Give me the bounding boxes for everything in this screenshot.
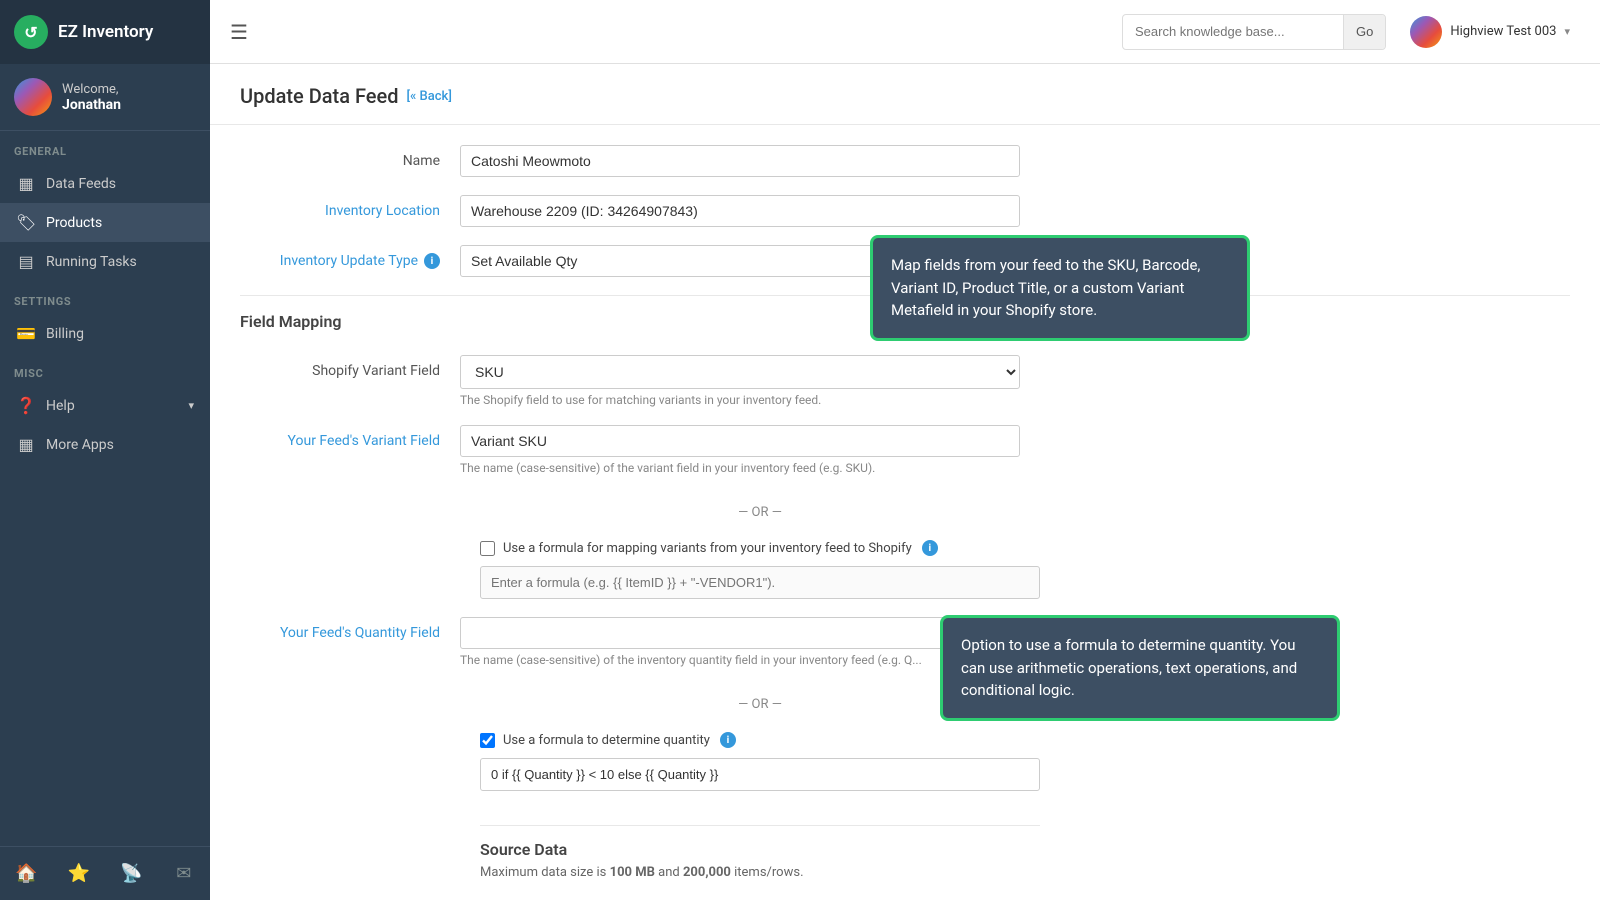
name-label: Name <box>240 145 440 169</box>
section-general: GENERAL ▦ Data Feeds 🏷 Products ▤ Runnin… <box>0 131 210 281</box>
hamburger-menu-icon[interactable]: ☰ <box>230 20 248 44</box>
feed-variant-field-input[interactable] <box>460 425 1020 457</box>
inventory-update-type-label: Inventory Update Type i <box>240 245 440 269</box>
quantity-field-label: Your Feed's Quantity Field <box>240 617 440 641</box>
search-input[interactable] <box>1123 24 1343 39</box>
inventory-update-type-info-icon[interactable]: i <box>424 253 440 269</box>
feed-variant-field-label: Your Feed's Variant Field <box>240 425 440 449</box>
sidebar-logo[interactable]: ↺ EZ Inventory <box>0 0 210 64</box>
sidebar-item-more-apps[interactable]: ▦ More Apps <box>0 425 210 464</box>
help-icon: ❓ <box>16 396 36 415</box>
shopify-variant-field-select[interactable]: SKU Barcode Variant ID Product Title <box>460 355 1020 389</box>
username: Jonathan <box>62 97 121 113</box>
tooltip-quantity-formula: Option to use a formula to determine qua… <box>940 615 1340 721</box>
sidebar-item-label: Data Feeds <box>46 176 116 192</box>
feed-icon[interactable]: 📡 <box>105 855 158 892</box>
chevron-down-icon: ▾ <box>188 399 194 412</box>
topbar-user-badge[interactable]: Highview Test 003 ▾ <box>1400 10 1580 54</box>
more-apps-icon: ▦ <box>16 435 36 454</box>
star-icon[interactable]: ⭐ <box>53 855 106 892</box>
inventory-location-row: Inventory Location <box>240 195 1570 227</box>
sidebar-item-billing[interactable]: 💳 Billing <box>0 314 210 353</box>
sidebar-item-running-tasks[interactable]: ▤ Running Tasks <box>0 242 210 281</box>
mail-icon[interactable]: ✉ <box>158 855 211 892</box>
or-divider-1: — OR — <box>480 505 1040 520</box>
topbar: ☰ Go Highview Test 003 ▾ <box>210 0 1600 64</box>
content-area: Update Data Feed [« Back] Name Inventory… <box>210 64 1600 900</box>
form-area: Name Inventory Location Inventory Update… <box>210 125 1600 900</box>
section-misc: MISC ❓ Help ▾ ▦ More Apps <box>0 353 210 464</box>
topbar-chevron-icon: ▾ <box>1564 25 1570 38</box>
formula-mapping-checkbox[interactable] <box>480 541 495 556</box>
sidebar-item-label: Billing <box>46 326 84 342</box>
welcome-text: Welcome, <box>62 82 118 97</box>
inventory-location-label: Inventory Location <box>240 195 440 219</box>
feed-variant-field-row: Your Feed's Variant Field The name (case… <box>240 425 1570 475</box>
source-data-title: Source Data <box>480 825 1040 859</box>
name-row: Name <box>240 145 1570 177</box>
home-icon[interactable]: 🏠 <box>0 855 53 892</box>
main: ☰ Go Highview Test 003 ▾ Update Data Fee… <box>210 0 1600 900</box>
sidebar-item-label: Running Tasks <box>46 254 137 270</box>
app-title: EZ Inventory <box>58 22 153 42</box>
page-header: Update Data Feed [« Back] <box>210 64 1600 125</box>
sidebar-item-label: More Apps <box>46 437 114 453</box>
sidebar-user: Welcome, Jonathan <box>0 64 210 131</box>
quantity-field-input[interactable] <box>460 617 1020 649</box>
products-icon: 🏷 <box>16 213 36 232</box>
name-input[interactable] <box>460 145 1020 177</box>
avatar <box>14 78 52 116</box>
sidebar-item-data-feeds[interactable]: ▦ Data Feeds <box>0 164 210 203</box>
formula-mapping-input[interactable] <box>480 566 1040 599</box>
tooltip-field-mapping: Map fields from your feed to the SKU, Ba… <box>870 235 1250 341</box>
sidebar-item-products[interactable]: 🏷 Products <box>0 203 210 242</box>
search-go-button[interactable]: Go <box>1343 14 1385 50</box>
misc-section-label: MISC <box>0 353 210 386</box>
quantity-formula-checkbox[interactable] <box>480 733 495 748</box>
search-box: Go <box>1122 14 1386 50</box>
formula-mapping-row: Use a formula for mapping variants from … <box>240 540 1570 599</box>
sidebar-bottom-bar: 🏠 ⭐ 📡 ✉ <box>0 846 210 900</box>
sidebar-item-label: Products <box>46 215 102 231</box>
data-feeds-icon: ▦ <box>16 174 36 193</box>
inventory-location-input[interactable] <box>460 195 1020 227</box>
feed-variant-field-hint: The name (case-sensitive) of the variant… <box>460 461 1020 475</box>
quantity-formula-row: Use a formula to determine quantity i <box>240 732 1570 791</box>
section-settings: SETTINGS 💳 Billing <box>0 281 210 353</box>
sidebar-item-label: Help <box>46 398 75 414</box>
page-title-text: Update Data Feed <box>240 84 398 108</box>
running-tasks-icon: ▤ <box>16 252 36 271</box>
quantity-field-row: Your Feed's Quantity Field The name (cas… <box>240 617 1570 667</box>
billing-icon: 💳 <box>16 324 36 343</box>
topbar-avatar <box>1410 16 1442 48</box>
sidebar-item-help[interactable]: ❓ Help ▾ <box>0 386 210 425</box>
topbar-user-name: Highview Test 003 <box>1450 24 1556 39</box>
shopify-variant-field-row: Shopify Variant Field SKU Barcode Varian… <box>240 355 1570 407</box>
source-data-row: Source Data Maximum data size is 100 MB … <box>240 809 1570 880</box>
shopify-variant-field-label: Shopify Variant Field <box>240 355 440 379</box>
quantity-formula-input[interactable] <box>480 758 1040 791</box>
source-data-hint: Maximum data size is 100 MB and 200,000 … <box>480 865 1040 880</box>
sidebar: ↺ EZ Inventory Welcome, Jonathan GENERAL… <box>0 0 210 900</box>
shopify-variant-field-hint: The Shopify field to use for matching va… <box>460 393 1020 407</box>
quantity-formula-info-icon[interactable]: i <box>720 732 736 748</box>
quantity-field-hint: The name (case-sensitive) of the invento… <box>460 653 1020 667</box>
logo-icon: ↺ <box>14 15 48 49</box>
general-section-label: GENERAL <box>0 131 210 164</box>
settings-section-label: SETTINGS <box>0 281 210 314</box>
back-link[interactable]: [« Back] <box>406 89 451 104</box>
quantity-formula-label[interactable]: Use a formula to determine quantity <box>503 733 710 748</box>
formula-mapping-label[interactable]: Use a formula for mapping variants from … <box>503 541 912 556</box>
formula-mapping-info-icon[interactable]: i <box>922 540 938 556</box>
